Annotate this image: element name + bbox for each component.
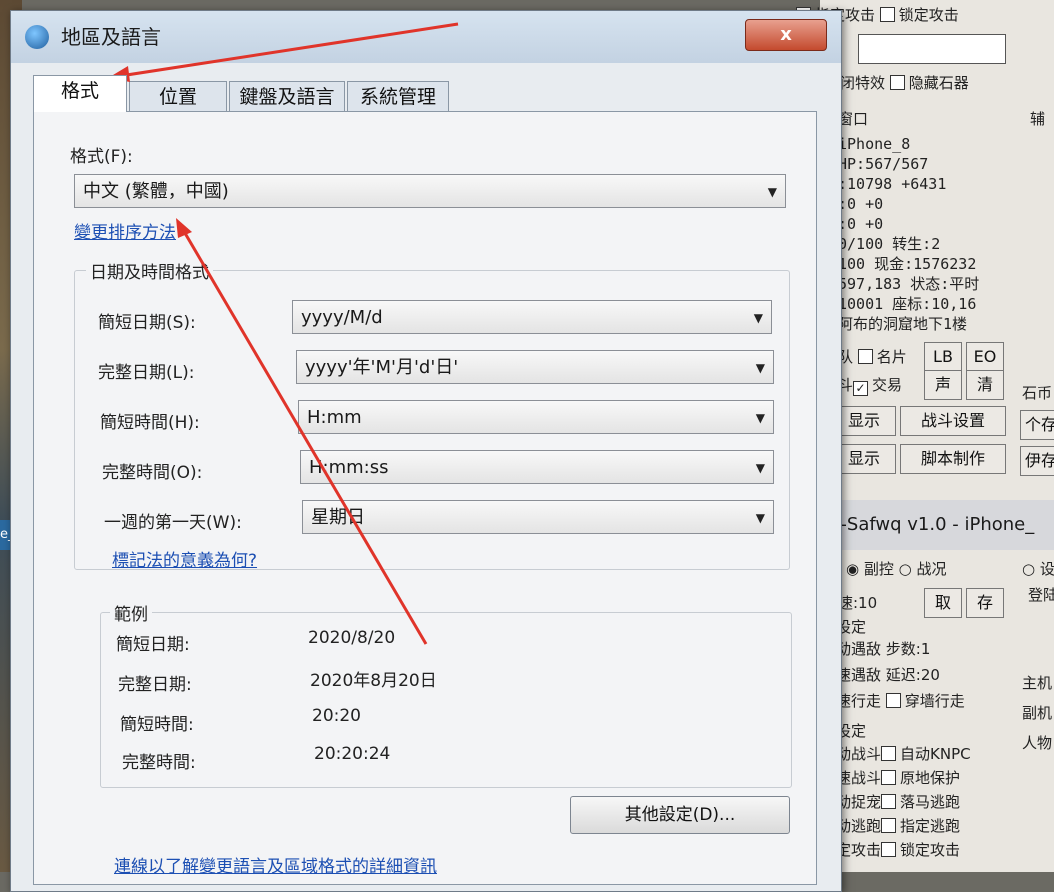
example-short-time-label: 簡短時間: — [120, 715, 194, 735]
example-short-date-value: 2020/8/20 — [308, 628, 396, 648]
bg-sound-button[interactable]: 声 — [924, 370, 962, 400]
examples-group — [100, 612, 792, 788]
chevron-down-icon: ▼ — [755, 361, 765, 375]
bg-lb-button[interactable]: LB — [924, 342, 962, 372]
bg-dropdown[interactable] — [858, 34, 1006, 64]
bg-take-button[interactable]: 取 — [924, 588, 962, 618]
example-long-time-label: 完整時間: — [122, 753, 196, 773]
first-day-label: 一週的第一天(W): — [104, 513, 242, 533]
bg-window-label: 窗口 — [838, 110, 869, 128]
example-short-time-value: 20:20 — [312, 706, 361, 726]
close-button[interactable]: x — [745, 19, 827, 51]
short-time-select[interactable]: H:mm ▼ — [298, 400, 774, 434]
bg-stats: iPhone_8 HP:567/567 :10798 +6431 :0 +0 :… — [838, 135, 980, 333]
long-time-value: H:mm:ss — [309, 457, 389, 478]
notation-meaning-link[interactable]: 標記法的意義為何? — [112, 546, 257, 571]
bg-right-labels: 主机 副机 人物 — [1022, 674, 1053, 752]
chevron-down-icon: ▼ — [755, 411, 765, 425]
tab-formats[interactable]: 格式 — [33, 75, 127, 112]
short-time-value: H:mm — [307, 407, 362, 428]
short-time-label: 簡短時間(H): — [100, 413, 200, 433]
long-time-select[interactable]: H:mm:ss ▼ — [300, 450, 774, 484]
learn-more-link[interactable]: 連線以了解變更語言及區域格式的詳細資訊 — [114, 852, 437, 877]
title-bar[interactable]: 地區及語言 x — [11, 11, 841, 63]
datetime-group-title: 日期及時間格式 — [86, 258, 213, 283]
change-sort-link[interactable]: 變更排序方法 — [74, 218, 176, 243]
example-long-date-label: 完整日期: — [118, 675, 192, 695]
bg-battle-checks: 动战斗 自动KNPC 速战斗 原地保护 动捉宠 落马逃跑 动逃跑 指定逃跑 定攻击 锁定攻… — [836, 745, 971, 859]
bg-check-row-2: 闭特效 隐藏石器 — [840, 74, 969, 92]
globe-icon — [25, 25, 49, 49]
bg-side-label: 辅 — [1030, 110, 1046, 128]
bg-app-title: sa-Safwq v1.0 - iPhone_ — [820, 500, 1054, 550]
example-short-date-label: 簡短日期: — [116, 635, 190, 655]
tab-location[interactable]: 位置 — [129, 81, 227, 112]
window-title: 地區及語言 — [61, 25, 161, 49]
bg-stone-label: 石币 — [1022, 384, 1053, 402]
long-date-value: yyyy'年'M'月'd'日' — [305, 357, 459, 378]
format-label: 格式(F): — [70, 147, 133, 167]
bg-walk-lines: 动遇敌 步数:1 速遇敌 延迟:20 速行走 穿墙行走 — [836, 640, 965, 710]
chevron-down-icon: ▼ — [753, 311, 763, 325]
first-day-select[interactable]: 星期日 ▼ — [302, 500, 774, 534]
bg-speed-label: 速:10 — [838, 594, 878, 612]
formats-panel: 格式(F): 中文 (繁體，中國) ▼ 變更排序方法 日期及時間格式 簡短日期(… — [33, 111, 817, 885]
other-settings-button[interactable]: 其他設定(D)... — [570, 796, 790, 834]
examples-group-title: 範例 — [110, 600, 152, 625]
bg-save-button[interactable]: 存 — [966, 588, 1004, 618]
short-date-label: 簡短日期(S): — [98, 313, 196, 333]
long-date-label: 完整日期(L): — [98, 363, 195, 383]
bg-radio-3: ○ 设 — [1022, 560, 1054, 578]
bg-script-button[interactable]: 脚本制作 — [900, 444, 1006, 474]
tab-administrative[interactable]: 系統管理 — [347, 81, 449, 112]
region-language-dialog: 地區及語言 x 格式 位置 鍵盤及語言 系統管理 格式(F): 中文 (繁體，中… — [10, 10, 842, 892]
tab-keyboards-languages[interactable]: 鍵盤及語言 — [229, 81, 345, 112]
example-long-time-value: 20:20:24 — [314, 744, 391, 764]
format-select[interactable]: 中文 (繁體，中國) ▼ — [74, 174, 786, 208]
short-date-select[interactable]: yyyy/M/d ▼ — [292, 300, 772, 334]
chevron-down-icon: ▼ — [767, 185, 777, 199]
bg-radio-row: ◉ 副控 ○ 战况 — [846, 560, 947, 578]
chevron-down-icon: ▼ — [755, 511, 765, 525]
bg-battle-settings-button[interactable]: 战斗设置 — [900, 406, 1006, 436]
bg-clear-button[interactable]: 清 — [966, 370, 1004, 400]
bg-deposit-button-1[interactable]: 个存 — [1020, 410, 1054, 440]
chevron-down-icon: ▼ — [755, 461, 765, 475]
bg-row-2: 斗交易 — [838, 374, 902, 396]
first-day-value: 星期日 — [311, 507, 365, 528]
bg-eo-button[interactable]: EO — [966, 342, 1004, 372]
bg-row-1: 队 名片 — [838, 348, 907, 366]
short-date-value: yyyy/M/d — [301, 307, 383, 328]
bg-deposit-button-2[interactable]: 伊存 — [1020, 446, 1054, 476]
bg-login-label: 登陆 — [1028, 586, 1054, 604]
long-time-label: 完整時間(O): — [102, 463, 203, 483]
long-date-select[interactable]: yyyy'年'M'月'd'日' ▼ — [296, 350, 774, 384]
example-long-date-value: 2020年8月20日 — [310, 671, 437, 691]
format-select-value: 中文 (繁體，中國) — [83, 181, 229, 202]
